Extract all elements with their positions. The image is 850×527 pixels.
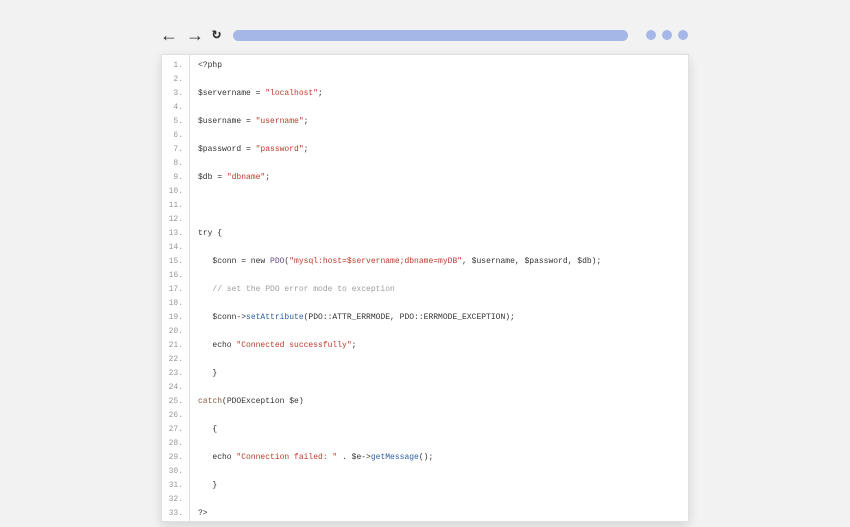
code-line: echo "Connected successfully"; — [198, 339, 688, 353]
code-line — [198, 101, 688, 115]
forward-icon[interactable]: → — [186, 28, 204, 42]
line-number: 15. — [162, 255, 183, 269]
code-line — [198, 465, 688, 479]
line-number: 25. — [162, 395, 183, 409]
line-number: 33. — [162, 507, 183, 521]
code-line: catch(PDOException $e) — [198, 395, 688, 409]
line-number: 26. — [162, 409, 183, 423]
code-line: $username = "username"; — [198, 115, 688, 129]
line-number: 29. — [162, 451, 183, 465]
line-number: 20. — [162, 325, 183, 339]
line-number: 11. — [162, 199, 183, 213]
code-line: $db = "dbname"; — [198, 171, 688, 185]
code-line: $conn->setAttribute(PDO::ATTR_ERRMODE, P… — [198, 311, 688, 325]
code-line — [198, 325, 688, 339]
code-line — [198, 185, 688, 199]
line-number: 1. — [162, 59, 183, 73]
line-number: 30. — [162, 465, 183, 479]
window-dots — [646, 30, 688, 40]
code-line: $conn = new PDO("mysql:host=$servername;… — [198, 255, 688, 269]
code-line — [198, 269, 688, 283]
code-line: try { — [198, 227, 688, 241]
code-line — [198, 157, 688, 171]
code-line — [198, 493, 688, 507]
code-line: echo "Connection failed: " . $e->getMess… — [198, 451, 688, 465]
code-line — [198, 381, 688, 395]
line-number: 14. — [162, 241, 183, 255]
browser-toolbar: ← → ↻ — [160, 28, 688, 42]
dot — [662, 30, 672, 40]
line-number: 23. — [162, 367, 183, 381]
line-number: 7. — [162, 143, 183, 157]
line-number: 31. — [162, 479, 183, 493]
code-area: 1.2.3.4.5.6.7.8.9.10.11.12.13.14.15.16.1… — [162, 55, 688, 521]
code-line: { — [198, 423, 688, 437]
code-line: } — [198, 479, 688, 493]
line-gutter: 1.2.3.4.5.6.7.8.9.10.11.12.13.14.15.16.1… — [162, 55, 190, 521]
code-line: // set the PDO error mode to exception — [198, 283, 688, 297]
line-number: 19. — [162, 311, 183, 325]
line-number: 13. — [162, 227, 183, 241]
code-line: $servername = "localhost"; — [198, 87, 688, 101]
line-number: 2. — [162, 73, 183, 87]
line-number: 6. — [162, 129, 183, 143]
dot — [646, 30, 656, 40]
line-number: 9. — [162, 171, 183, 185]
line-number: 27. — [162, 423, 183, 437]
code-line: } — [198, 367, 688, 381]
line-number: 3. — [162, 87, 183, 101]
line-number: 28. — [162, 437, 183, 451]
line-number: 16. — [162, 269, 183, 283]
line-number: 24. — [162, 381, 183, 395]
code-window: 1.2.3.4.5.6.7.8.9.10.11.12.13.14.15.16.1… — [161, 54, 689, 522]
code-line: <?php — [198, 59, 688, 73]
line-number: 22. — [162, 353, 183, 367]
url-bar[interactable] — [233, 30, 628, 41]
line-number: 21. — [162, 339, 183, 353]
code-line — [198, 213, 688, 227]
code-line — [198, 409, 688, 423]
code-line — [198, 129, 688, 143]
dot — [678, 30, 688, 40]
line-number: 5. — [162, 115, 183, 129]
code-line: ?> — [198, 507, 688, 521]
line-number: 8. — [162, 157, 183, 171]
line-number: 17. — [162, 283, 183, 297]
code-content: <?php $servername = "localhost"; $userna… — [190, 55, 688, 521]
back-icon[interactable]: ← — [160, 28, 178, 42]
code-line — [198, 73, 688, 87]
line-number: 32. — [162, 493, 183, 507]
code-line — [198, 353, 688, 367]
line-number: 12. — [162, 213, 183, 227]
code-line — [198, 199, 688, 213]
code-line — [198, 241, 688, 255]
line-number: 18. — [162, 297, 183, 311]
line-number: 4. — [162, 101, 183, 115]
line-number: 10. — [162, 185, 183, 199]
code-line — [198, 437, 688, 451]
code-line — [198, 297, 688, 311]
code-line: $password = "password"; — [198, 143, 688, 157]
refresh-icon[interactable]: ↻ — [212, 28, 221, 42]
